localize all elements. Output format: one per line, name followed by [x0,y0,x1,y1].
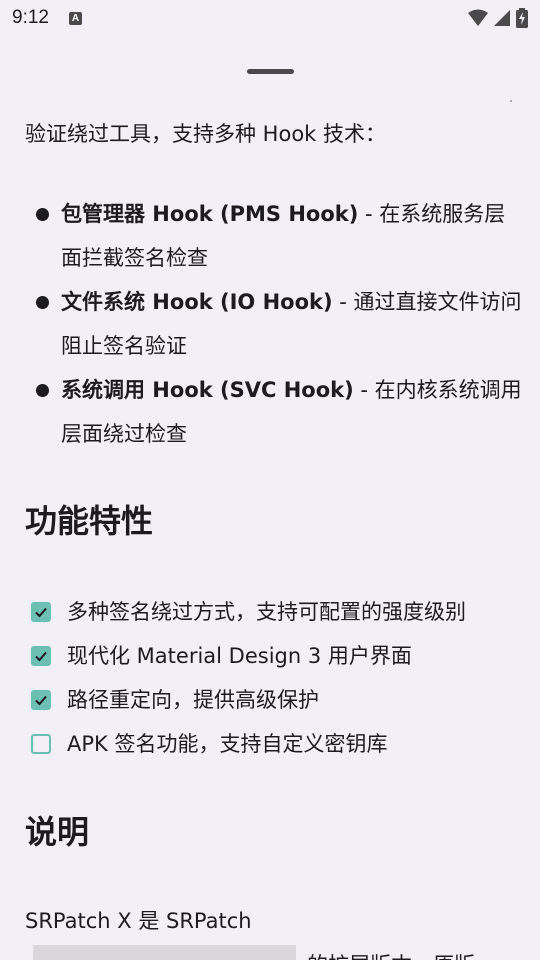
description-line: 的扩展版本，原版 [25,943,525,960]
checkbox-checked-icon[interactable] [31,690,51,710]
feature-item: 现代化 Material Design 3 用户界面 [25,634,525,678]
hook-list: 包管理器 Hook (PMS Hook) - 在系统服务层面拦截签名检查 文件系… [25,192,525,456]
description-line: SRPatch X 是 SRPatch [25,909,252,933]
bullet-icon [36,208,49,221]
hook-item-pms: 包管理器 Hook (PMS Hook) - 在系统服务层面拦截签名检查 [25,192,525,280]
status-icons [468,8,528,28]
bullet-icon [36,296,49,309]
hook-title: 系统调用 Hook (SVC Hook) [61,378,354,402]
feature-label: 现代化 Material Design 3 用户界面 [67,644,412,668]
feature-label: APK 签名功能，支持自定义密钥库 [67,732,388,756]
checkbox-checked-icon[interactable] [31,646,51,666]
feature-list: 多种签名绕过方式，支持可配置的强度级别 现代化 Material Design … [25,590,525,766]
bullet-icon [36,384,49,397]
hook-item-svc: 系统调用 Hook (SVC Hook) - 在内核系统调用层面绕过检查 [25,368,525,456]
bottom-sheet-drag-handle[interactable] [247,69,294,74]
redacted-block [33,945,296,960]
sheet-content: 验证绕过工具，支持多种 Hook 技术： 包管理器 Hook (PMS Hook… [25,112,525,960]
status-bar: 9:12 A [0,0,540,36]
hook-title: 文件系统 Hook (IO Hook) [61,290,333,314]
signal-icon [494,10,510,26]
hook-item-io: 文件系统 Hook (IO Hook) - 通过直接文件访问阻止签名验证 [25,280,525,368]
description-heading: 说明 [25,813,90,851]
feature-label: 路径重定向，提供高级保护 [67,688,319,712]
feature-label: 多种签名绕过方式，支持可配置的强度级别 [67,600,466,624]
feature-item: 路径重定向，提供高级保护 [25,678,525,722]
checkbox-checked-icon[interactable] [31,602,51,622]
description-text: SRPatch X 是 SRPatch 的扩展版本，原版 [25,899,525,960]
checkbox-unchecked-icon[interactable] [31,734,51,754]
intro-text: 验证绕过工具，支持多种 Hook 技术： [25,122,386,146]
decorative-dot [510,100,512,102]
hook-title: 包管理器 Hook (PMS Hook) [61,202,359,226]
feature-item: 多种签名绕过方式，支持可配置的强度级别 [25,590,525,634]
feature-item: APK 签名功能，支持自定义密钥库 [25,722,525,766]
features-heading: 功能特性 [25,502,154,540]
battery-charging-icon [516,8,528,28]
description-line-rest: 的扩展版本，原版 [307,943,475,960]
a-icon: A [68,11,82,25]
status-time: 9:12 [12,7,49,28]
wifi-icon [468,9,488,26]
